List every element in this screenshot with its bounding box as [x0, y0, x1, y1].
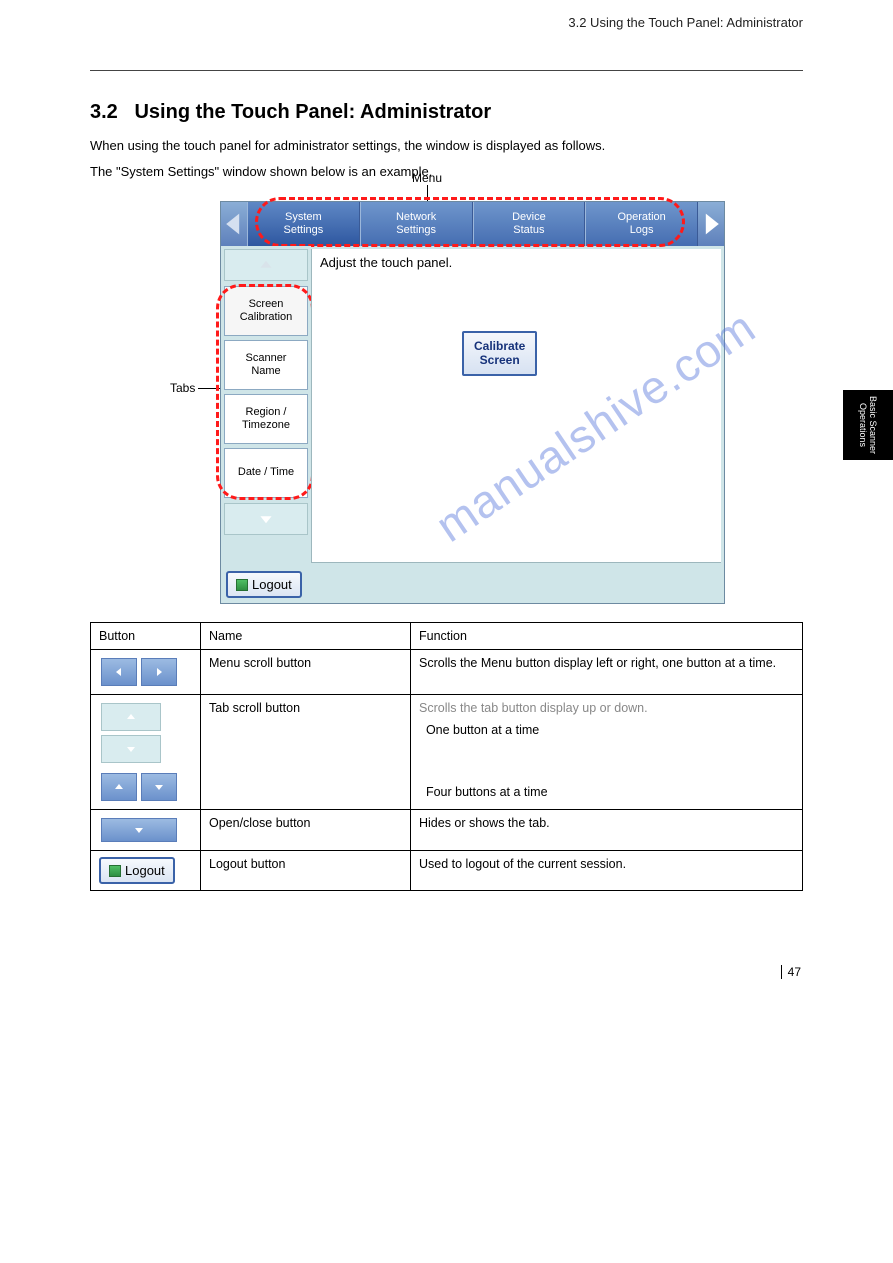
row1-func: Scrolls the Menu button display left or … — [411, 650, 803, 695]
row2-name: Tab scroll button — [201, 695, 411, 810]
open-close-icon — [101, 818, 177, 842]
touch-panel-figure: Menu Tabs System Settings Network Settin… — [220, 201, 740, 604]
row3-func: Hides or shows the tab. — [411, 810, 803, 851]
tab-scroll-up[interactable] — [224, 249, 308, 281]
section-number: 3.2 — [90, 101, 118, 123]
side-tab-column: Screen Calibration Scanner Name Region /… — [221, 246, 311, 566]
menu-scroll-right-icon — [141, 658, 177, 686]
menu-system-settings[interactable]: System Settings — [247, 202, 360, 246]
touch-panel: System Settings Network Settings Device … — [220, 201, 725, 604]
page-number: 47 — [781, 965, 803, 979]
content-area: Adjust the touch panel. Calibrate Screen… — [311, 249, 721, 563]
menu-device-status[interactable]: Device Status — [473, 202, 586, 246]
menu-scroll-right[interactable] — [698, 202, 724, 246]
row4-name: Logout button — [201, 851, 411, 891]
tab-scroll-up-4-icon — [101, 773, 137, 801]
table-row: Menu scroll button Scrolls the Menu butt… — [91, 650, 803, 695]
th-function: Function — [411, 623, 803, 650]
row2-func: Scrolls the tab button display up or dow… — [411, 695, 803, 810]
tab-scroll-up-icon — [101, 703, 161, 731]
content-title: Adjust the touch panel. — [312, 249, 721, 276]
row4-func: Used to logout of the current session. — [411, 851, 803, 891]
paragraph-2: The "System Settings" window shown below… — [90, 162, 803, 182]
table-row: Open/close button Hides or shows the tab… — [91, 810, 803, 851]
section-title: Using the Touch Panel: Administrator — [134, 101, 491, 123]
header-rule — [90, 70, 803, 71]
menu-scroll-left-icon — [101, 658, 137, 686]
logout-icon — [109, 865, 121, 877]
menu-bar: System Settings Network Settings Device … — [221, 202, 724, 246]
button-description-table: Button Name Function Menu scroll button … — [90, 622, 803, 891]
label-menu: Menu — [412, 171, 442, 185]
table-row: Logout Logout button Used to logout of t… — [91, 851, 803, 891]
tab-date-time[interactable]: Date / Time — [224, 448, 308, 498]
logout-label: Logout — [252, 577, 292, 592]
tab-scroll-down-4-icon — [141, 773, 177, 801]
th-name: Name — [201, 623, 411, 650]
menu-scroll-left[interactable] — [221, 202, 247, 246]
table-row: Tab scroll button Scrolls the tab button… — [91, 695, 803, 810]
row1-name: Menu scroll button — [201, 650, 411, 695]
logout-button[interactable]: Logout — [226, 571, 302, 598]
tab-screen-calibration[interactable]: Screen Calibration — [224, 286, 308, 336]
tab-region-timezone[interactable]: Region / Timezone — [224, 394, 308, 444]
tab-scroll-down[interactable] — [224, 503, 308, 535]
menu-network-settings[interactable]: Network Settings — [360, 202, 473, 246]
logout-button-sample: Logout — [99, 857, 175, 884]
header-breadcrumb: 3.2 Using the Touch Panel: Administrator — [90, 15, 803, 30]
menu-operation-logs[interactable]: Operation Logs — [585, 202, 698, 246]
calibrate-screen-button[interactable]: Calibrate Screen — [462, 331, 537, 376]
tab-scroll-down-icon — [101, 735, 161, 763]
th-button: Button — [91, 623, 201, 650]
logout-icon — [236, 579, 248, 591]
label-tabs: Tabs — [170, 381, 195, 395]
tab-scanner-name[interactable]: Scanner Name — [224, 340, 308, 390]
row3-name: Open/close button — [201, 810, 411, 851]
paragraph-1: When using the touch panel for administr… — [90, 136, 803, 156]
